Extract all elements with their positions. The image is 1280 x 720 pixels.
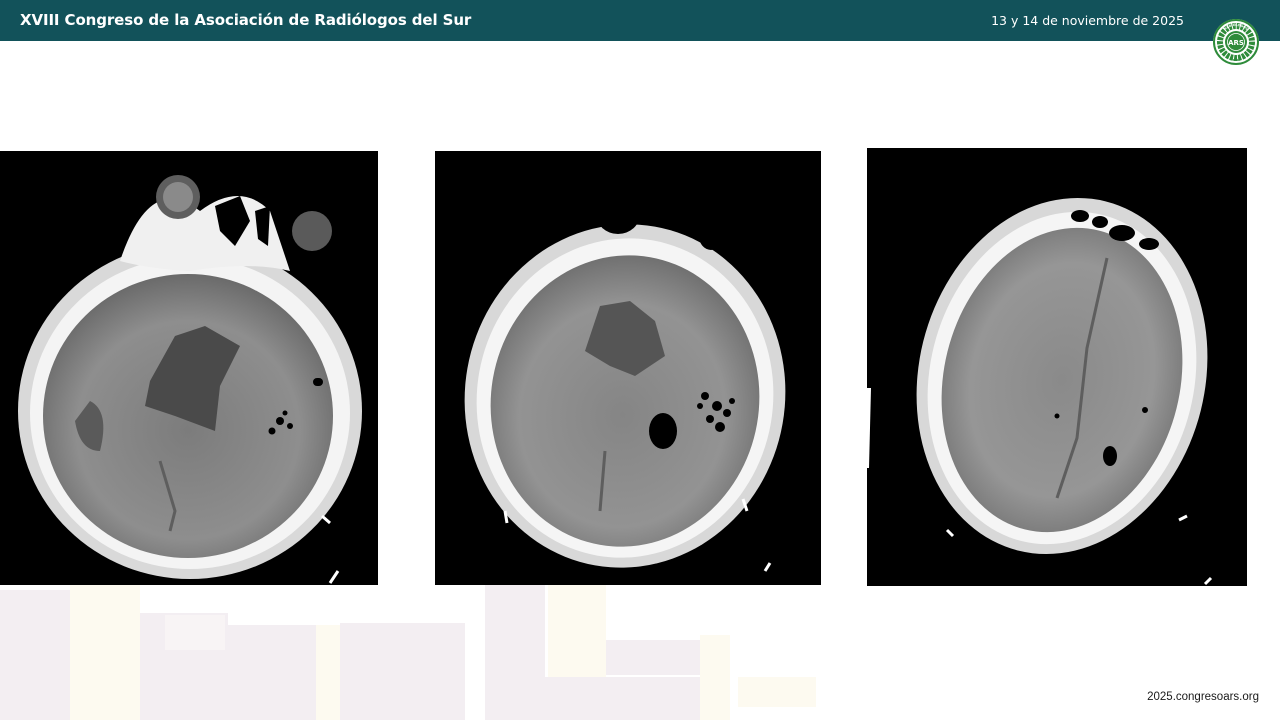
brain-ct-image: [867, 197, 1213, 586]
ct-scan-axial-2: [435, 151, 821, 586]
congress-date: 13 y 14 de noviembre de 2025: [991, 13, 1184, 28]
footer-url[interactable]: 2025.congresoars.org: [1147, 691, 1259, 703]
congress-title: XVIII Congreso de la Asociación de Radió…: [20, 11, 472, 29]
footer-decoration: [0, 585, 830, 720]
ars-logo: ARS RADIÓLOGOS SUR: [1212, 18, 1260, 66]
logo-acronym: ARS: [1228, 39, 1244, 47]
header-bar: XVIII Congreso de la Asociación de Radió…: [0, 0, 1280, 41]
ct-scan-axial-1: [0, 151, 378, 586]
brain-ct-image: [464, 194, 786, 572]
logo-ring-bottom: SUR: [1233, 58, 1241, 62]
ct-scan-axial-3: [867, 148, 1247, 586]
brain-ct-image: [18, 175, 362, 584]
